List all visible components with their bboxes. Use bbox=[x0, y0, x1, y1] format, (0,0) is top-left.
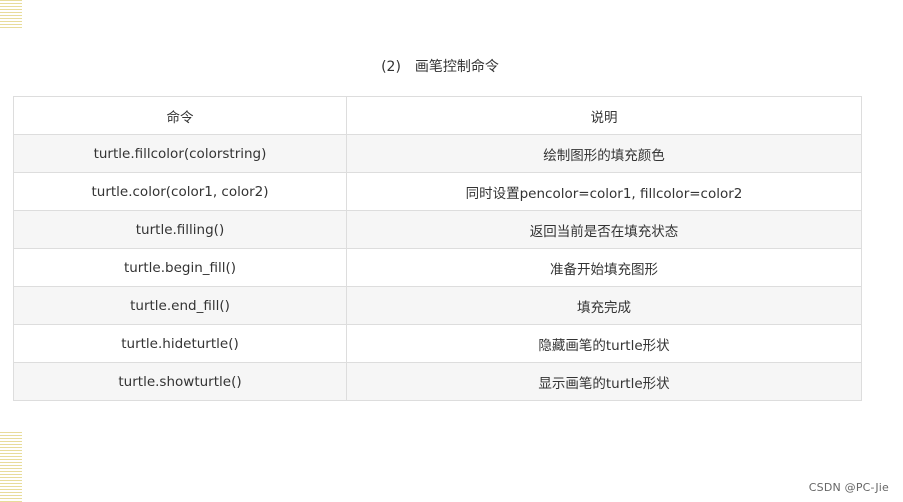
caption-title: 画笔控制命令 bbox=[414, 59, 499, 75]
header-description: 说明 bbox=[346, 96, 862, 135]
decorative-stripes-bottom bbox=[0, 432, 22, 502]
command-cell: turtle.end_fill() bbox=[13, 286, 347, 325]
command-cell: turtle.filling() bbox=[13, 210, 347, 249]
command-cell: turtle.color(color1, color2) bbox=[13, 172, 347, 211]
decorative-stripes-top bbox=[0, 0, 22, 28]
table-row: turtle.begin_fill() 准备开始填充图形 bbox=[13, 248, 862, 287]
table-row: turtle.showturtle() 显示画笔的turtle形状 bbox=[13, 362, 862, 401]
description-cell: 填充完成 bbox=[346, 286, 862, 325]
command-table: 命令 说明 turtle.fillcolor(colorstring) 绘制图形… bbox=[13, 96, 862, 401]
command-cell: turtle.fillcolor(colorstring) bbox=[13, 134, 347, 173]
command-cell: turtle.hideturtle() bbox=[13, 324, 347, 363]
description-cell: 绘制图形的填充颜色 bbox=[346, 134, 862, 173]
table-caption: (2) 画笔控制命令 bbox=[0, 56, 880, 78]
description-cell: 返回当前是否在填充状态 bbox=[346, 210, 862, 249]
table-row: turtle.color(color1, color2) 同时设置pencolo… bbox=[13, 172, 862, 211]
table-row: turtle.end_fill() 填充完成 bbox=[13, 286, 862, 325]
description-cell: 显示画笔的turtle形状 bbox=[346, 362, 862, 401]
header-command: 命令 bbox=[13, 96, 347, 135]
csdn-watermark: CSDN @PC-Jie bbox=[808, 481, 889, 494]
table-row: turtle.fillcolor(colorstring) 绘制图形的填充颜色 bbox=[13, 134, 862, 173]
table-row: turtle.filling() 返回当前是否在填充状态 bbox=[13, 210, 862, 249]
caption-number: (2) bbox=[381, 59, 401, 75]
command-cell: turtle.begin_fill() bbox=[13, 248, 347, 287]
command-cell: turtle.showturtle() bbox=[13, 362, 347, 401]
description-cell: 准备开始填充图形 bbox=[346, 248, 862, 287]
description-cell: 隐藏画笔的turtle形状 bbox=[346, 324, 862, 363]
description-cell: 同时设置pencolor=color1, fillcolor=color2 bbox=[346, 172, 862, 211]
table-row: turtle.hideturtle() 隐藏画笔的turtle形状 bbox=[13, 324, 862, 363]
table-header-row: 命令 说明 bbox=[13, 96, 862, 135]
